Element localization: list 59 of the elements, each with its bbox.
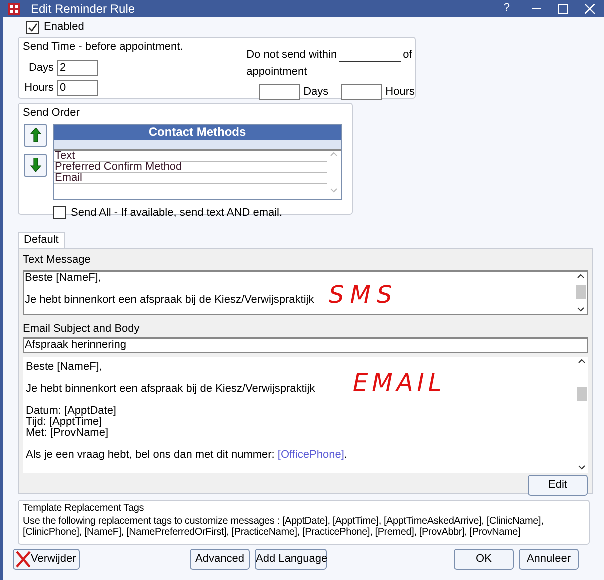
handwritten-annotation: EMAIL: [353, 368, 446, 399]
delete-button[interactable]: Verwijder: [13, 549, 80, 570]
checkbox-label: Enabled: [44, 20, 84, 35]
list-row[interactable]: Text: [54, 150, 327, 162]
move-down-button[interactable]: [24, 154, 47, 176]
scrollbar-drawing: [329, 150, 339, 194]
label-text: appointment: [246, 64, 308, 80]
ok-button[interactable]: OK: [454, 549, 514, 570]
close-icon: [585, 4, 595, 14]
handwritten-annotation: SMS: [329, 280, 398, 310]
group-title: Send Time - before appointment.: [23, 40, 184, 55]
app-icon: [8, 2, 20, 14]
checkbox-label: Send All - If available, send text AND email.: [71, 206, 283, 220]
help-button[interactable]: ?: [504, 0, 510, 17]
group-title: Template Replacement Tags: [23, 502, 144, 516]
input-field[interactable]: [258, 84, 300, 100]
edit-button[interactable]: Edit: [528, 475, 588, 496]
email-body-box[interactable]: Beste [NameF], Je hebt binnenkort een afspraak bij de Kiesz/Verwijspraktijk Datum: [ApptDate] Tijd: [ApptTime] Met: [ProvName] Als je een vraag hebt, bel ons dan met dit nummer: [OfficePhone]. EMAIL: [23, 357, 588, 473]
label-text: Do not send within: [246, 48, 338, 63]
text-line: Beste [NameF],: [25, 272, 102, 284]
up-arrow-icon: [30, 128, 42, 142]
text-line: Datum: [ApptDate]: [26, 406, 116, 417]
maximize-icon: [558, 4, 568, 14]
cross-icon: [16, 551, 31, 568]
subject-field[interactable]: Afspraak herinnering: [23, 337, 588, 353]
section-label: Email Subject and Body: [23, 322, 140, 336]
down-arrow-icon: [30, 158, 42, 172]
text-line: Met: [ProvName]: [26, 428, 109, 439]
list-row[interactable]: Preferred Confirm Method: [54, 162, 327, 172]
input-field[interactable]: 0: [57, 80, 98, 96]
send-all-checkbox[interactable]: [53, 206, 66, 220]
add-language-button[interactable]: Add Language: [255, 549, 327, 570]
tag-link[interactable]: [OfficePhone]: [278, 449, 344, 461]
input-field[interactable]: [340, 84, 382, 100]
text-message-box[interactable]: Beste [NameF], Je hebt binnenkort een afspraak bij de Kiesz/Verwijspraktijk SMS: [23, 270, 588, 314]
check-icon: [28, 22, 38, 32]
text-line: Je hebt binnenkort een afspraak bij de Kiesz/Verwijspraktijk: [25, 294, 314, 306]
text-line: Als je een vraag hebt, bel ons dan met dit nummer: [OfficePhone].: [26, 450, 348, 461]
window-title: Edit Reminder Rule: [31, 0, 136, 18]
section-label: Text Message: [23, 253, 91, 268]
grid-title: Contact Methods: [54, 124, 341, 140]
list-row[interactable]: Email: [54, 172, 327, 184]
enabled-checkbox[interactable]: [26, 20, 39, 34]
input-field[interactable]: 2: [57, 60, 98, 76]
text-line: Beste [NameF],: [26, 362, 102, 373]
move-up-button[interactable]: [24, 124, 47, 146]
scrollbar-drawing: [575, 272, 587, 314]
field-label: Hours: [24, 81, 54, 96]
group-title: Send Order: [23, 106, 80, 121]
advanced-button[interactable]: Advanced: [190, 549, 250, 570]
description-text: Use the following replacement tags to customize messages : [ApptDate], [ApptTime], [ApptTimeAskedArrive], [ClinicName], [ClinicPhone], [NameF], [NamePreferredOrFirst], [PracticeName], [PracticePhone], [Premed], [ProvAbbr], [ProvName]: [23, 516, 545, 538]
text-line: Je hebt binnenkort een afspraak bij de Kiesz/Verwijspraktijk: [26, 384, 316, 395]
cancel-button[interactable]: Annuleer: [519, 549, 579, 570]
field-label: Days: [28, 60, 54, 76]
field-label: Days: [304, 85, 329, 100]
field-label: Hours: [386, 85, 415, 100]
text-line: Tijd: [ApptTime]: [26, 417, 102, 428]
label-text: of: [403, 48, 412, 63]
tab[interactable]: Default: [18, 232, 65, 248]
